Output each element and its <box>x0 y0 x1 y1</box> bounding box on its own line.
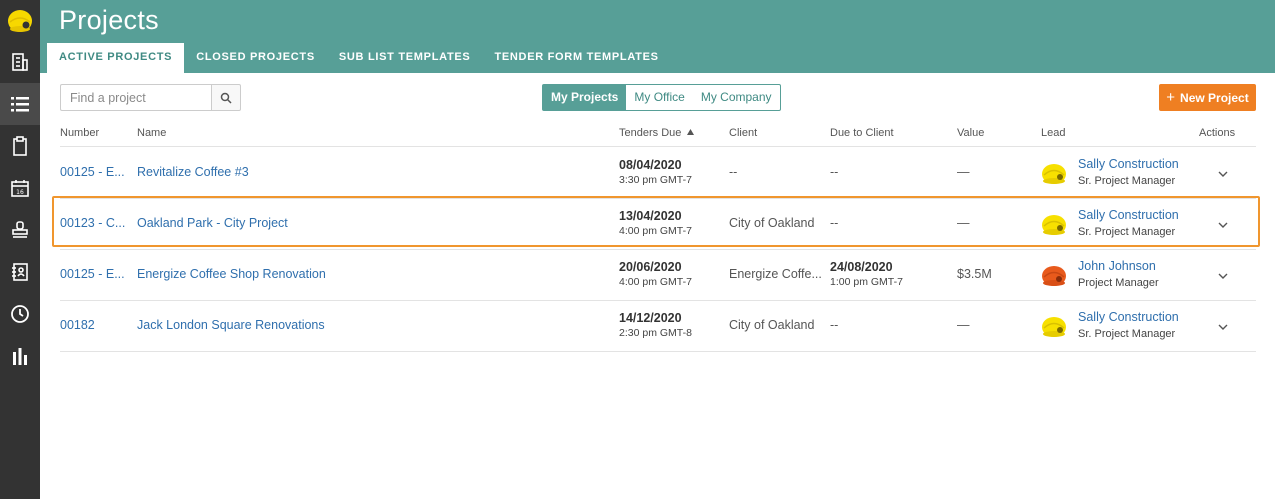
chevron-down-icon[interactable] <box>1216 269 1230 283</box>
project-number-link[interactable]: 00125 - E... <box>60 267 125 281</box>
filter-my-office[interactable]: My Office <box>626 85 692 110</box>
lead-name-link[interactable]: John Johnson <box>1078 259 1156 273</box>
project-value: — <box>957 165 970 179</box>
clock-icon[interactable] <box>0 293 40 335</box>
project-scope-filter: My Projects My Office My Company <box>542 84 781 111</box>
column-header-name[interactable]: Name <box>137 127 166 139</box>
column-header-client[interactable]: Client <box>729 127 757 139</box>
project-number-link[interactable]: 00125 - E... <box>60 165 125 179</box>
client-name: -- <box>729 165 738 179</box>
column-header-tenders-due[interactable]: Tenders Due <box>619 127 695 139</box>
tender-due-time: 4:00 pm GMT-7 <box>619 225 692 237</box>
project-name-link[interactable]: Jack London Square Renovations <box>137 318 325 332</box>
client-name: City of Oakland <box>729 318 815 332</box>
chevron-down-icon[interactable] <box>1216 218 1230 232</box>
column-header-number[interactable]: Number <box>60 127 99 139</box>
tender-due-date: 08/04/2020 <box>619 158 682 172</box>
due-to-client-date: 24/08/2020 <box>830 260 893 274</box>
building-icon[interactable] <box>0 41 40 83</box>
sidebar: 16 <box>0 0 40 499</box>
due-to-client-time: 1:00 pm GMT-7 <box>830 276 903 288</box>
tab-bar: ACTIVE PROJECTS CLOSED PROJECTS SUB LIST… <box>47 43 671 73</box>
project-value: — <box>957 216 970 230</box>
tender-due-date: 14/12/2020 <box>619 311 682 325</box>
plus-icon: + <box>1166 89 1176 106</box>
yellow-hardhat-avatar <box>1042 317 1066 337</box>
project-value: $3.5M <box>957 267 992 281</box>
tender-due-time: 2:30 pm GMT-8 <box>619 327 692 339</box>
new-project-label: New Project <box>1180 90 1249 105</box>
column-header-actions: Actions <box>1199 127 1236 139</box>
hardhat-logo-icon[interactable] <box>0 0 40 40</box>
lead-role: Project Manager <box>1078 277 1159 289</box>
tab-tender-form-templates[interactable]: TENDER FORM TEMPLATES <box>482 43 670 73</box>
stamp-icon[interactable] <box>0 209 40 251</box>
project-number-link[interactable]: 00123 - C... <box>60 216 125 230</box>
new-project-button[interactable]: + New Project <box>1159 84 1256 111</box>
project-name-link[interactable]: Revitalize Coffee #3 <box>137 165 249 179</box>
lead-name-link[interactable]: Sally Construction <box>1078 208 1179 222</box>
due-to-client-date: -- <box>830 216 839 230</box>
tender-due-date: 20/06/2020 <box>619 260 682 274</box>
bar-chart-icon[interactable] <box>0 335 40 377</box>
tab-closed-projects[interactable]: CLOSED PROJECTS <box>184 43 327 73</box>
sort-ascending-icon <box>687 129 695 135</box>
client-name: Energize Coffe... <box>729 267 822 281</box>
orange-hardhat-avatar <box>1042 266 1066 286</box>
lead-role: Sr. Project Manager <box>1078 328 1176 340</box>
client-name: City of Oakland <box>729 216 815 230</box>
filter-my-company[interactable]: My Company <box>693 85 780 110</box>
project-number-link[interactable]: 00182 <box>60 318 95 332</box>
search-icon <box>220 92 232 104</box>
search-input[interactable] <box>60 84 211 111</box>
calendar-icon[interactable]: 16 <box>0 167 40 209</box>
search-box <box>60 84 241 111</box>
page-header: Projects ACTIVE PROJECTS CLOSED PROJECTS… <box>40 0 1275 73</box>
lead-role: Sr. Project Manager <box>1078 175 1176 187</box>
due-to-client-date: -- <box>830 165 839 179</box>
contacts-book-icon[interactable] <box>0 251 40 293</box>
yellow-hardhat-avatar <box>1042 215 1066 235</box>
column-header-value[interactable]: Value <box>957 127 984 139</box>
due-to-client-date: -- <box>830 318 839 332</box>
tab-sub-list-templates[interactable]: SUB LIST TEMPLATES <box>327 43 483 73</box>
project-name-link[interactable]: Energize Coffee Shop Renovation <box>137 267 326 281</box>
tender-due-time: 3:30 pm GMT-7 <box>619 174 692 186</box>
project-value: — <box>957 318 970 332</box>
page-title: Projects <box>59 5 159 35</box>
tenders-due-label: Tenders Due <box>619 127 682 139</box>
lead-role: Sr. Project Manager <box>1078 226 1176 238</box>
chevron-down-icon[interactable] <box>1216 167 1230 181</box>
search-button[interactable] <box>211 84 241 111</box>
tender-due-time: 4:00 pm GMT-7 <box>619 276 692 288</box>
project-name-link[interactable]: Oakland Park - City Project <box>137 216 288 230</box>
list-icon[interactable] <box>0 83 40 125</box>
svg-text:16: 16 <box>16 189 24 196</box>
clipboard-icon[interactable] <box>0 125 40 167</box>
column-header-due-to-client[interactable]: Due to Client <box>830 127 894 139</box>
tab-active-projects[interactable]: ACTIVE PROJECTS <box>47 43 185 73</box>
column-header-lead[interactable]: Lead <box>1041 127 1065 139</box>
lead-name-link[interactable]: Sally Construction <box>1078 310 1179 324</box>
row-divider <box>60 351 1256 352</box>
yellow-hardhat-avatar <box>1042 164 1066 184</box>
lead-name-link[interactable]: Sally Construction <box>1078 157 1179 171</box>
tender-due-date: 13/04/2020 <box>619 209 682 223</box>
filter-my-projects[interactable]: My Projects <box>543 85 627 110</box>
chevron-down-icon[interactable] <box>1216 320 1230 334</box>
